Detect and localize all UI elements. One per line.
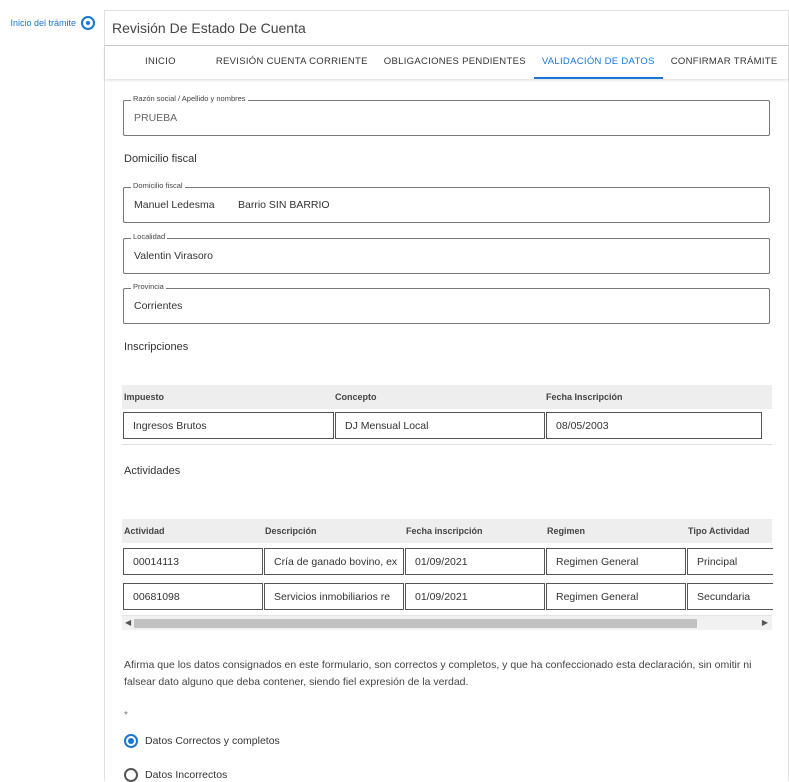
col-descripcion: Descripción <box>265 526 317 536</box>
step-label: Inicio del trámite <box>10 18 76 28</box>
provincia-value: Corrientes <box>134 300 183 312</box>
table-row-cell[interactable]: 00681098 <box>123 583 263 610</box>
col-tipo-actividad: Tipo Actividad <box>688 526 750 536</box>
scroll-left-icon[interactable]: ◀ <box>125 618 131 627</box>
table-row-cell[interactable]: 01/09/2021 <box>405 583 545 610</box>
divider <box>122 444 772 445</box>
step-inicio[interactable]: Inicio del trámite <box>0 16 100 30</box>
tab-obligaciones-pendientes[interactable]: OBLIGACIONES PENDIENTES <box>376 46 534 79</box>
table-row-cell[interactable]: Secundaria <box>687 583 773 610</box>
inscripciones-title: Inscripciones <box>124 341 189 353</box>
domicilio-barrio-value: Barrio SIN BARRIO <box>238 199 330 211</box>
domicilio-fiscal-field[interactable]: Domicilio fiscal Manuel Ledesma Barrio S… <box>123 181 770 223</box>
table-row-cell[interactable]: Ingresos Brutos <box>123 412 334 439</box>
declaration-line-2: falsear dato alguno que deba contener, s… <box>124 676 469 688</box>
col-impuesto: Impuesto <box>124 392 165 402</box>
table-row-cell[interactable]: Principal <box>687 548 773 575</box>
table-row-cell[interactable]: Regimen General <box>546 583 686 610</box>
horizontal-scrollbar[interactable]: ◀ ▶ <box>122 615 772 630</box>
option-label: Datos Incorrectos <box>145 769 228 781</box>
localidad-value: Valentin Virasoro <box>134 250 213 262</box>
table-row-cell[interactable]: Servicios inmobiliarios re <box>264 583 404 610</box>
domicilio-fiscal-label: Domicilio fiscal <box>131 181 185 190</box>
scrollbar-thumb[interactable] <box>134 619 697 628</box>
inscripciones-grid-header: Impuesto Concepto Fecha Inscripción <box>122 385 772 409</box>
provincia-label: Provincia <box>131 282 166 291</box>
provincia-field[interactable]: Provincia Corrientes <box>123 282 770 324</box>
table-row-cell[interactable]: 01/09/2021 <box>405 548 545 575</box>
col-regimen: Regimen <box>547 526 586 536</box>
scroll-right-icon[interactable]: ▶ <box>762 618 768 627</box>
col-fecha-inscripcion: Fecha Inscripción <box>546 392 623 402</box>
table-row-cell[interactable]: 00014113 <box>123 548 263 575</box>
stepper: Inicio del trámite <box>0 16 100 30</box>
table-row-cell[interactable]: 08/05/2003 <box>546 412 762 439</box>
step-active-icon <box>81 16 95 30</box>
tab-validacion-de-datos[interactable]: VALIDACIÓN DE DATOS <box>533 46 663 79</box>
domicilio-street-value: Manuel Ledesma <box>134 199 215 211</box>
razon-social-label: Razón social / Apellido y nombres <box>131 94 248 103</box>
table-row-cell[interactable]: Regimen General <box>546 548 686 575</box>
radio-checked-icon[interactable] <box>124 734 138 748</box>
card-title: Revisión De Estado De Cuenta <box>105 11 788 46</box>
tab-inicio[interactable]: INICIO <box>137 46 184 79</box>
table-row-cell[interactable]: DJ Mensual Local <box>335 412 545 439</box>
actividades-grid-header: Actividad Descripción Fecha inscripción … <box>122 519 772 543</box>
tab-revision-cuenta-corriente[interactable]: REVISIÓN CUENTA CORRIENTE <box>208 46 376 79</box>
tab-bar: INICIO REVISIÓN CUENTA CORRIENTE OBLIGAC… <box>105 46 788 79</box>
option-datos-incorrectos[interactable]: Datos Incorrectos <box>124 768 227 782</box>
option-label: Datos Correctos y completos <box>145 735 280 747</box>
localidad-label: Localidad <box>131 232 168 241</box>
col-concepto: Concepto <box>335 392 377 402</box>
option-datos-correctos[interactable]: Datos Correctos y completos <box>124 734 280 748</box>
required-mark: * <box>124 710 128 721</box>
declaration-line-1: Afirma que los datos consignados en este… <box>124 659 752 671</box>
col-actividad: Actividad <box>124 526 165 536</box>
actividades-title: Actividades <box>124 465 181 477</box>
form-card: Revisión De Estado De Cuenta INICIO REVI… <box>104 10 789 782</box>
col-fecha-inscripcion: Fecha inscripción <box>406 526 483 536</box>
tab-confirmar-tramite[interactable]: CONFIRMAR TRÁMITE <box>663 46 786 79</box>
razon-social-value: PRUEBA <box>134 112 178 124</box>
table-row-cell[interactable]: Cría de ganado bovino, ex <box>264 548 404 575</box>
radio-unchecked-icon[interactable] <box>124 768 138 782</box>
declaration-text: Afirma que los datos consignados en este… <box>124 657 774 691</box>
razon-social-field[interactable]: Razón social / Apellido y nombres PRUEBA <box>123 94 770 136</box>
domicilio-section-title: Domicilio fiscal <box>124 153 197 165</box>
localidad-field[interactable]: Localidad Valentin Virasoro <box>123 232 770 274</box>
